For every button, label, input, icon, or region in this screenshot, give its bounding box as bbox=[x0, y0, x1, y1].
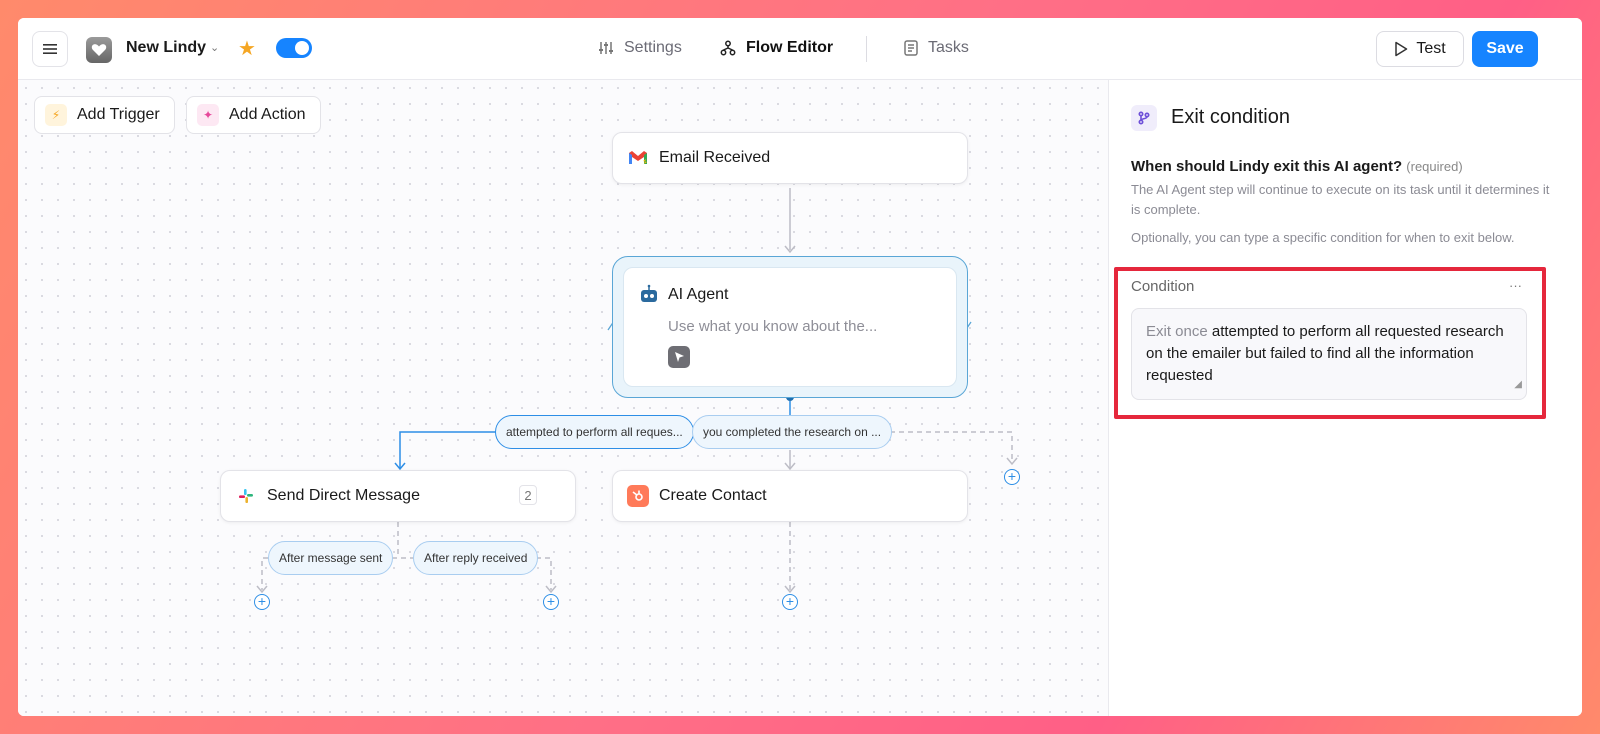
nav-divider bbox=[866, 36, 867, 62]
node-ai-agent-description: Use what you know about the... bbox=[668, 318, 878, 335]
add-step-plus-icon[interactable]: + bbox=[1004, 469, 1020, 485]
condition-label: Condition bbox=[1131, 278, 1195, 295]
play-icon bbox=[1395, 41, 1408, 57]
help-text-2: Optionally, you can type a specific cond… bbox=[1131, 230, 1515, 245]
add-step-plus-icon[interactable]: + bbox=[254, 594, 270, 610]
required-marker: (required) bbox=[1406, 159, 1463, 174]
add-action-button[interactable]: ✦ Add Action bbox=[186, 96, 321, 134]
branch-count-badge: 2 bbox=[519, 485, 537, 505]
chevron-down-icon[interactable]: ⌄ bbox=[210, 41, 219, 54]
node-ai-agent[interactable]: AI Agent Use what you know about the... bbox=[623, 267, 957, 387]
app-logo-icon bbox=[86, 37, 112, 63]
gmail-icon bbox=[627, 147, 649, 169]
resize-handle-icon[interactable]: ◢ bbox=[1514, 374, 1522, 396]
cursor-sparkle-icon: ✦ bbox=[197, 104, 219, 126]
node-send-direct-message[interactable]: Send Direct Message 2 bbox=[220, 470, 576, 522]
test-button[interactable]: Test bbox=[1376, 31, 1464, 67]
app-window: New Lindy ⌄ ★ Settings Flow Editor Tasks bbox=[18, 18, 1582, 716]
add-trigger-label: Add Trigger bbox=[77, 106, 160, 123]
exit-condition-panel: Exit condition When should Lindy exit th… bbox=[1108, 80, 1582, 716]
bolt-icon: ⚡ bbox=[45, 104, 67, 126]
tab-flow-editor-label: Flow Editor bbox=[746, 39, 834, 56]
tab-flow-editor[interactable]: Flow Editor bbox=[720, 39, 833, 57]
question-label: When should Lindy exit this AI agent? (r… bbox=[1131, 158, 1463, 175]
menu-icon bbox=[43, 44, 57, 54]
panel-title: Exit condition bbox=[1171, 106, 1290, 128]
node-send-dm-label: Send Direct Message bbox=[267, 487, 420, 504]
tab-settings[interactable]: Settings bbox=[598, 39, 682, 57]
condition-prefix: Exit once bbox=[1146, 323, 1208, 340]
tab-settings-label: Settings bbox=[624, 39, 682, 56]
branch-pill-after-reply-received[interactable]: After reply received bbox=[413, 541, 539, 575]
top-bar: New Lindy ⌄ ★ Settings Flow Editor Tasks bbox=[18, 18, 1582, 80]
toggle-knob bbox=[295, 41, 309, 55]
flow-canvas[interactable]: ⚡ Add Trigger ✦ Add Action Email Receive… bbox=[18, 80, 1108, 716]
add-trigger-button[interactable]: ⚡ Add Trigger bbox=[34, 96, 175, 134]
branch-icon bbox=[1131, 105, 1157, 131]
star-icon[interactable]: ★ bbox=[238, 36, 256, 61]
node-email-received[interactable]: Email Received bbox=[612, 132, 968, 184]
robot-icon bbox=[638, 284, 660, 306]
agent-name[interactable]: New Lindy bbox=[126, 39, 206, 57]
test-button-label: Test bbox=[1416, 40, 1446, 57]
node-create-contact[interactable]: Create Contact bbox=[612, 470, 968, 522]
branch-pill-after-message-sent[interactable]: After message sent bbox=[268, 541, 394, 575]
tab-tasks[interactable]: Tasks bbox=[904, 39, 969, 57]
tab-tasks-label: Tasks bbox=[928, 39, 969, 56]
help-text-1: The AI Agent step will continue to execu… bbox=[1131, 182, 1550, 217]
node-email-label: Email Received bbox=[659, 149, 771, 166]
add-action-label: Add Action bbox=[229, 106, 306, 123]
branch-pill-attempted[interactable]: attempted to perform all reques... bbox=[495, 415, 694, 449]
menu-button[interactable] bbox=[32, 31, 68, 67]
pointer-icon[interactable] bbox=[668, 346, 690, 368]
condition-textarea[interactable]: Exit once attempted to perform all reque… bbox=[1131, 308, 1527, 400]
hubspot-icon bbox=[627, 485, 649, 507]
tasks-icon bbox=[904, 40, 918, 56]
slack-icon bbox=[235, 485, 257, 507]
add-step-plus-icon[interactable]: + bbox=[543, 594, 559, 610]
flow-icon bbox=[720, 40, 736, 56]
node-ai-agent-title: AI Agent bbox=[668, 286, 729, 303]
branch-pill-completed[interactable]: you completed the research on ... bbox=[692, 415, 893, 449]
node-create-contact-label: Create Contact bbox=[659, 487, 767, 504]
node-ai-agent-group[interactable]: AI Agent Use what you know about the... bbox=[612, 256, 968, 398]
condition-more-button[interactable]: ··· bbox=[1509, 278, 1522, 293]
question-text: When should Lindy exit this AI agent? bbox=[1131, 158, 1403, 175]
save-button[interactable]: Save bbox=[1472, 31, 1538, 67]
sliders-icon bbox=[599, 42, 613, 54]
add-step-plus-icon[interactable]: + bbox=[782, 594, 798, 610]
agent-enabled-toggle[interactable] bbox=[276, 38, 312, 58]
